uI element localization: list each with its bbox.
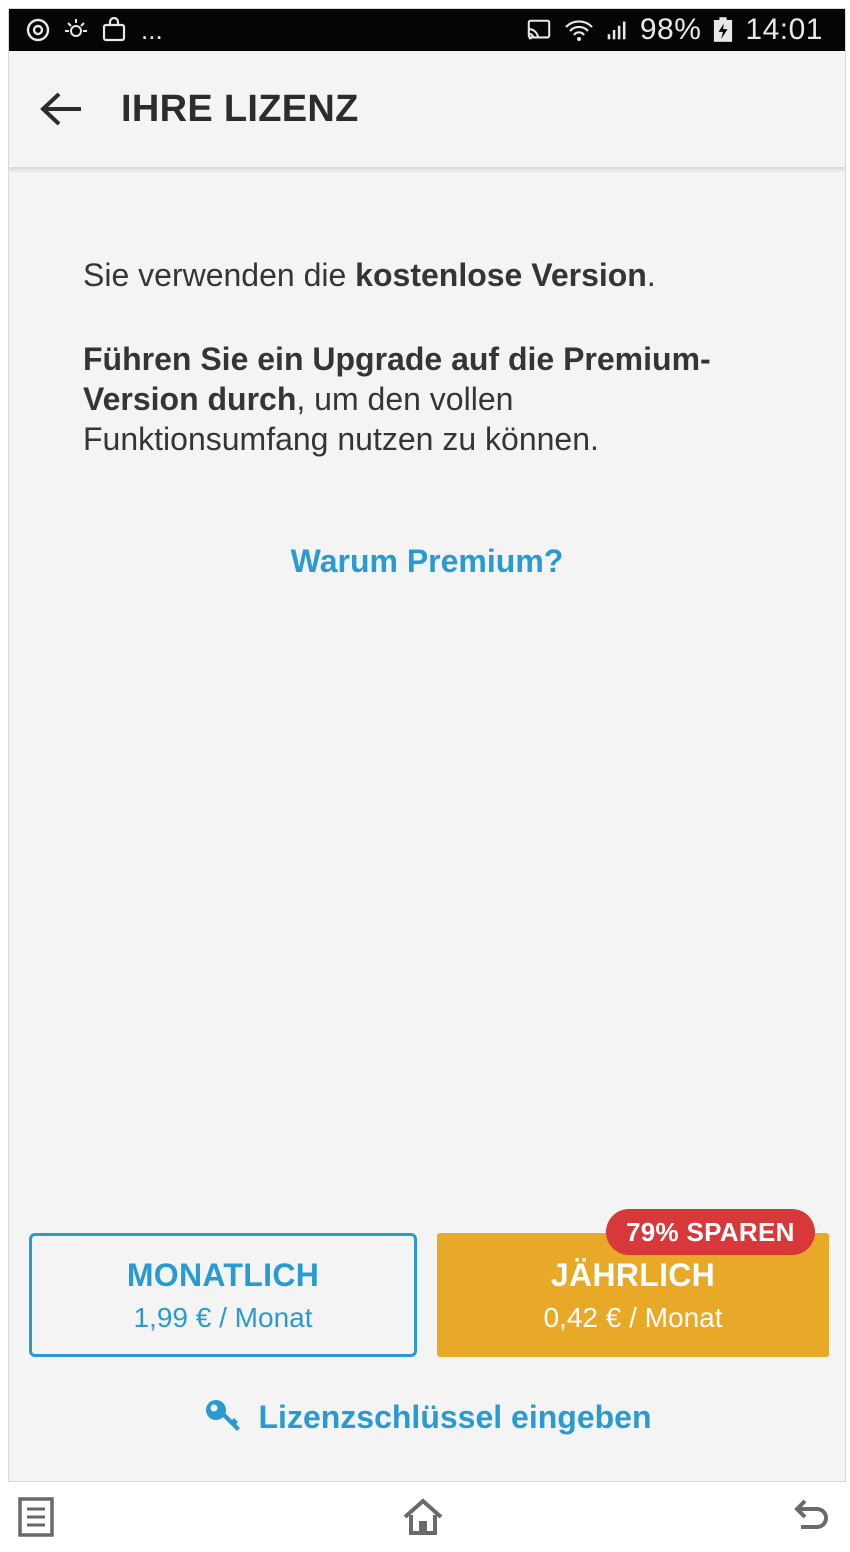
arrow-left-icon <box>40 92 81 126</box>
home-icon <box>403 1498 443 1535</box>
savings-badge: 79% SPAREN <box>606 1209 815 1255</box>
battery-percent: 98% <box>639 13 702 46</box>
version-status-prefix: Sie verwenden die <box>83 257 356 293</box>
status-bar: ... 98% 14:01 <box>9 9 845 51</box>
why-premium-link[interactable]: Warum Premium? <box>9 543 845 580</box>
recent-apps-button[interactable] <box>12 1493 60 1541</box>
bag-icon <box>102 17 126 42</box>
plan-name: JÄHRLICH <box>550 1256 716 1293</box>
back-nav-button[interactable] <box>786 1493 834 1541</box>
target-icon <box>26 18 50 42</box>
plan-price: 0,42 € / Monat <box>543 1301 723 1333</box>
battery-charging-icon <box>714 17 733 42</box>
status-bar-system: 98% 14:01 <box>526 15 823 45</box>
wifi-icon <box>565 20 593 41</box>
more-notifications: ... <box>141 15 163 45</box>
clock: 14:01 <box>745 13 823 46</box>
back-button[interactable] <box>31 79 91 139</box>
back-icon <box>794 1499 828 1529</box>
license-link-label: Lizenzschlüssel eingeben <box>258 1398 652 1435</box>
monthly-plan-button[interactable]: MONATLICH 1,99 € / Monat <box>29 1233 417 1357</box>
upgrade-text: Führen Sie ein Upgrade auf die Premium-V… <box>83 339 763 459</box>
signal-icon <box>607 21 626 40</box>
license-info: Sie verwenden die kostenlose Version. Fü… <box>83 255 763 459</box>
version-status-suffix: . <box>646 257 656 293</box>
recent-apps-icon <box>18 1497 54 1537</box>
brightness-icon <box>65 19 87 37</box>
enter-license-key-link[interactable]: Lizenzschlüssel eingeben <box>9 1397 845 1437</box>
cast-icon <box>527 19 551 40</box>
app-bar: IHRE LIZENZ <box>9 51 845 169</box>
status-bar-notifications: ... <box>25 17 163 43</box>
app-screen: ... 98% 14:01 IHRE LIZENZ Sie verwenden … <box>8 8 846 1482</box>
version-status-text: Sie verwenden die kostenlose Version. <box>83 255 763 295</box>
plan-name: MONATLICH <box>126 1256 320 1293</box>
page-title: IHRE LIZENZ <box>121 87 359 130</box>
plan-price: 1,99 € / Monat <box>133 1301 313 1333</box>
navigation-bar <box>0 1482 850 1552</box>
key-icon <box>205 1400 240 1431</box>
home-button[interactable] <box>399 1493 447 1541</box>
version-name: kostenlose Version <box>355 257 647 293</box>
